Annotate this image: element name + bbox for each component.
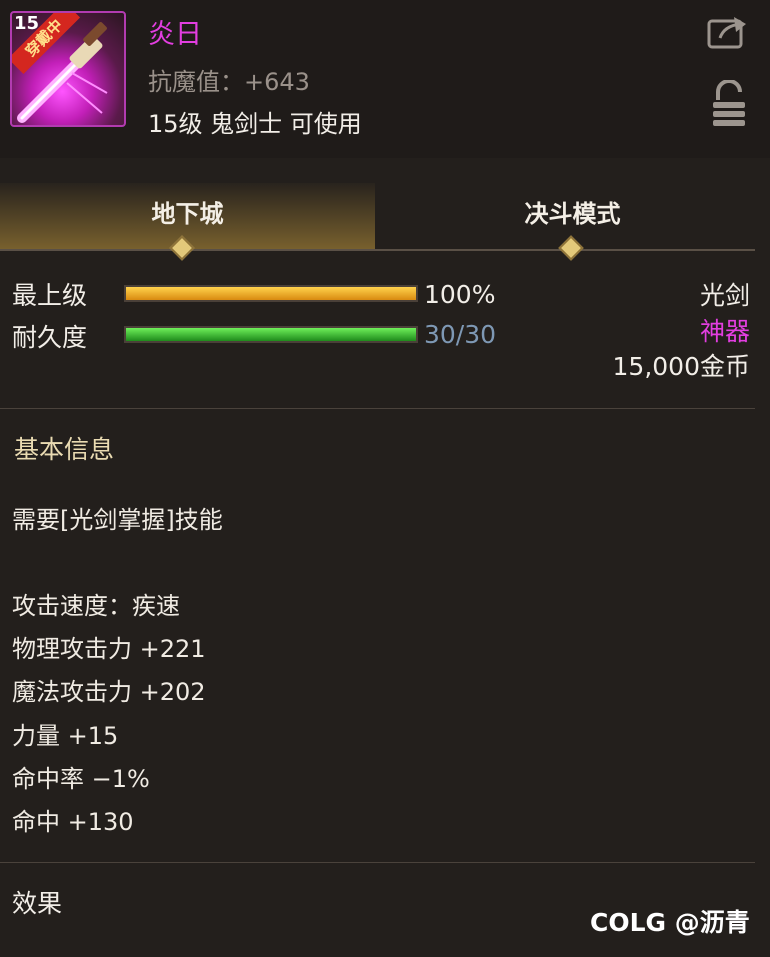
section-divider [0, 408, 755, 409]
section-divider [0, 862, 755, 863]
tab-divider [0, 249, 755, 251]
watermark: COLG @沥青 [590, 908, 750, 937]
stat-line: 攻击速度：疾速 [12, 592, 180, 620]
mode-tabs: 地下城 决斗模式 [0, 183, 770, 251]
durability-bar-fill [126, 328, 416, 341]
item-icon[interactable]: 15 穿戴中 [10, 11, 126, 127]
weapon-type: 光剑 [699, 281, 750, 310]
magic-resistance: 抗魔值：+643 [148, 68, 310, 96]
stat-line: 魔法攻击力 +202 [12, 678, 206, 706]
item-name: 炎日 [148, 19, 202, 50]
stat-line: 物理攻击力 +221 [12, 635, 206, 663]
stat-line: 命中 +130 [12, 808, 134, 836]
rarity: 神器 [699, 317, 750, 346]
durability-label: 耐久度 [12, 323, 88, 352]
price: 15,000金币 [612, 352, 750, 381]
share-icon[interactable] [706, 14, 750, 50]
grade-value: 100% [424, 280, 496, 309]
grade-label: 最上级 [12, 281, 88, 310]
tab-dungeon[interactable]: 地下城 [0, 183, 375, 249]
item-requirement: 15级 鬼剑士 可使用 [148, 110, 362, 138]
skill-requirement: 需要[光剑掌握]技能 [12, 506, 223, 534]
grade-bar-fill [126, 287, 416, 300]
durability-value: 30/30 [424, 320, 497, 349]
grade-bar [124, 285, 418, 302]
basic-info-title: 基本信息 [14, 435, 115, 464]
stat-line: 命中率 −1% [12, 765, 150, 793]
unlock-icon[interactable] [710, 80, 748, 128]
stat-line: 力量 +15 [12, 722, 119, 750]
effect-title: 效果 [12, 889, 63, 918]
durability-bar [124, 326, 418, 343]
